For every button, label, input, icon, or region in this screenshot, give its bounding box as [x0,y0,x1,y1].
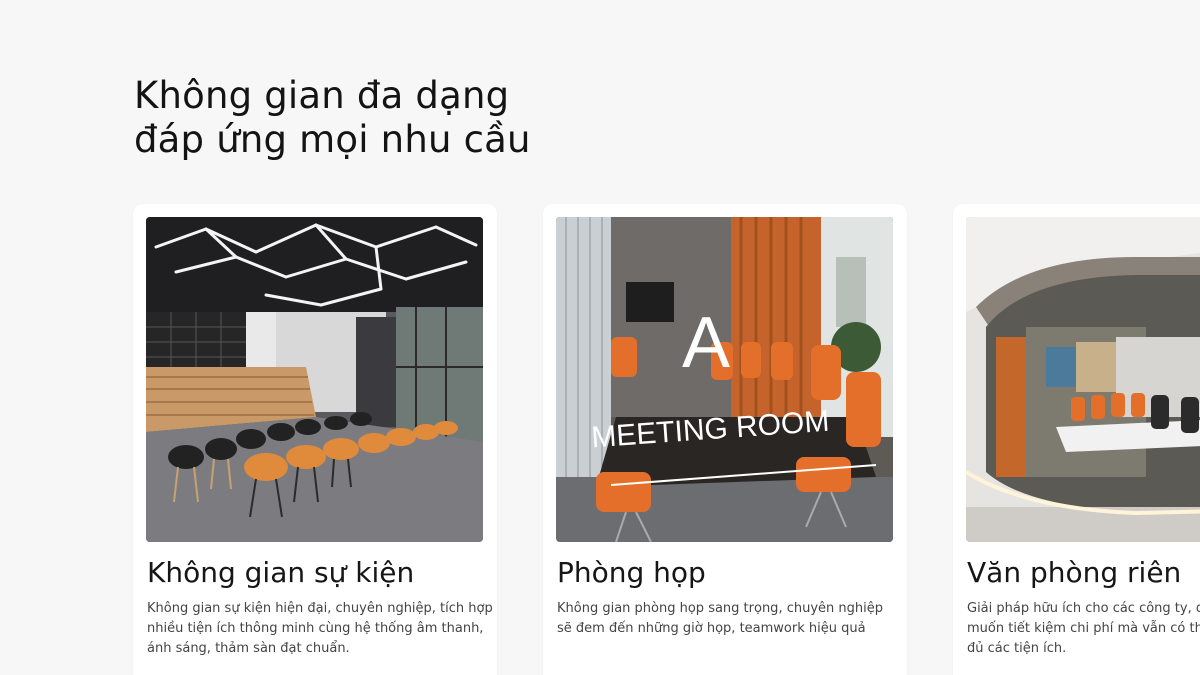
private-office-photo[interactable] [966,217,1200,542]
card-title[interactable]: Không gian sự kiện [147,556,414,589]
description-line: Không gian phòng họp sang trọng, chuyên … [557,601,883,616]
event-space-photo[interactable] [146,217,483,542]
card-description: Không gian sự kiện hiện đại, chuyên nghi… [147,599,493,659]
description-line: ánh sáng, thảm sàn đạt chuẩn. [147,641,350,656]
description-line: Giải pháp hữu ích cho các công ty, d [967,601,1200,616]
description-line: đủ các tiện ích. [967,641,1067,656]
description-line: sẽ đem đến những giờ họp, teamwork hiệu … [557,621,866,636]
card-description: Giải pháp hữu ích cho các công ty, d muố… [967,599,1200,659]
headline-line-1: Không gian đa dạng [134,74,510,117]
card-title[interactable]: Văn phòng riên [967,556,1181,589]
description-line: muốn tiết kiệm chi phí mà vẫn có thể [967,621,1200,636]
section-headline: Không gian đa dạng đáp ứng mọi nhu cầu [134,74,531,162]
meeting-room-photo[interactable]: A MEETING ROOM [556,217,893,542]
card-private-office[interactable]: Văn phòng riên Giải pháp hữu ích cho các… [953,204,1200,675]
meeting-room-sign-letter: A [682,303,730,383]
card-meeting-room[interactable]: A MEETING ROOM Phòng họp Không gian phòn… [543,204,907,675]
card-title[interactable]: Phòng họp [557,556,706,589]
card-event-space[interactable]: Không gian sự kiện Không gian sự kiện hi… [133,204,497,675]
description-line: nhiều tiện ích thông minh cùng hệ thống … [147,621,484,636]
headline-line-2: đáp ứng mọi nhu cầu [134,118,531,161]
page: Không gian đa dạng đáp ứng mọi nhu cầu K… [0,0,1200,675]
card-description: Không gian phòng họp sang trọng, chuyên … [557,599,897,639]
description-line: Không gian sự kiện hiện đại, chuyên nghi… [147,601,493,616]
